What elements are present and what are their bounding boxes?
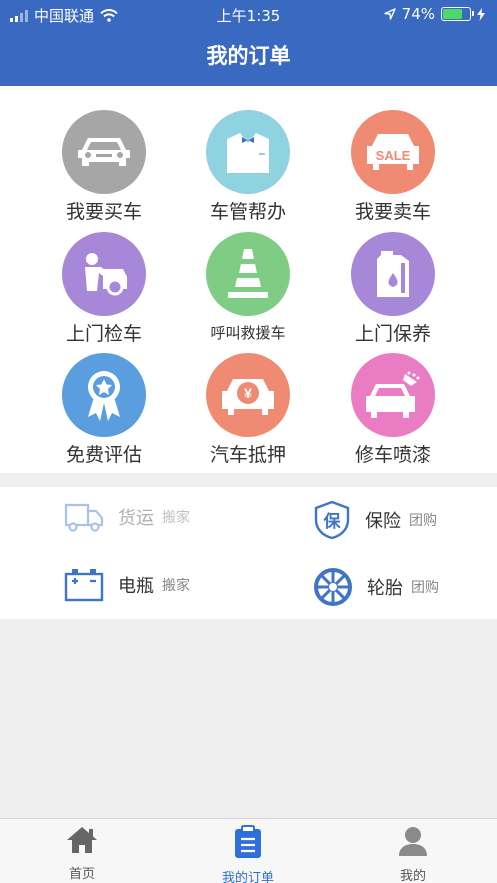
truck-icon — [64, 503, 104, 532]
service-free-valuation[interactable]: 免费评估 — [24, 353, 184, 473]
user-icon — [399, 827, 427, 856]
service-label: 修车喷漆 — [354, 444, 431, 466]
list-item-title: 保险 — [365, 511, 401, 532]
svg-text:SALE: SALE — [376, 148, 411, 163]
list-item-insurance[interactable]: 保 保险 团购 — [313, 500, 437, 540]
tab-home[interactable]: 首页 — [22, 825, 142, 882]
battery-icon — [441, 7, 474, 21]
list-item-title: 轮胎 — [367, 578, 403, 599]
service-label: 上门检车 — [65, 323, 142, 345]
mechanic-icon — [62, 232, 146, 316]
list-item-battery[interactable]: 电瓶 搬家 — [64, 567, 190, 603]
status-time: 上午1:35 — [216, 7, 281, 25]
page-title: 我的订单 — [206, 44, 291, 68]
service-home-inspection[interactable]: 上门检车 — [24, 232, 184, 352]
list-item-freight[interactable]: 货运 搬家 — [64, 501, 190, 533]
list-item-subtitle: 搬家 — [162, 510, 190, 526]
service-home-maintenance[interactable]: 上门保养 — [313, 232, 473, 352]
tab-me[interactable]: 我的 — [353, 825, 473, 883]
service-vehicle-admin[interactable]: 车管帮办 — [168, 110, 328, 230]
quick-service-list: 货运 搬家 保 保险 团购 电瓶 搬家 轮胎 团购 — [0, 487, 497, 619]
service-label: 车管帮办 — [209, 201, 286, 223]
traffic-cone-icon — [206, 232, 290, 316]
top-bar: 中国联通 上午1:35 74% 我的订单 — [0, 0, 497, 86]
service-label: 我要卖车 — [354, 201, 431, 223]
sale-car-icon: SALE — [351, 110, 435, 194]
list-item-title: 货运 — [118, 508, 154, 529]
insurance-icon: 保 — [314, 500, 350, 540]
tab-label: 首页 — [68, 867, 95, 882]
home-icon — [67, 827, 97, 853]
service-label: 呼叫救援车 — [210, 324, 286, 342]
badge-icon — [62, 353, 146, 437]
car-icon — [62, 110, 146, 194]
service-label: 我要买车 — [65, 201, 142, 223]
tab-my-orders[interactable]: 我的订单 — [188, 825, 308, 883]
list-item-subtitle: 团购 — [409, 513, 437, 529]
charging-icon — [477, 7, 485, 21]
yen-car-icon: ¥ — [206, 353, 290, 437]
service-buy-car[interactable]: 我要买车 — [24, 110, 184, 230]
tab-bar: 首页 我的订单 我的 — [0, 818, 497, 883]
tab-label: 我的订单 — [221, 871, 274, 883]
service-sell-car[interactable]: SALE 我要卖车 — [313, 110, 473, 230]
list-item-tire[interactable]: 轮胎 团购 — [313, 567, 439, 607]
list-item-subtitle: 搬家 — [162, 578, 190, 594]
service-label: 上门保养 — [354, 323, 431, 345]
spray-car-icon — [351, 353, 435, 437]
battery-percent: 74% — [401, 5, 435, 23]
svg-text:¥: ¥ — [244, 385, 252, 401]
list-item-title: 电瓶 — [118, 576, 154, 597]
status-bar: 中国联通 上午1:35 74% — [0, 0, 497, 30]
service-repair-paint[interactable]: 修车喷漆 — [313, 353, 473, 473]
tab-label: 我的 — [399, 869, 426, 883]
oil-can-icon — [351, 232, 435, 316]
insurance-icon-glyph: 保 — [323, 511, 342, 532]
orders-icon — [235, 825, 261, 858]
location-arrow-icon — [383, 8, 396, 20]
suit-icon — [206, 110, 290, 194]
battery-icon — [64, 569, 104, 602]
service-call-rescue[interactable]: 呼叫救援车 — [168, 232, 328, 352]
service-label: 汽车抵押 — [209, 444, 286, 466]
list-item-subtitle: 团购 — [411, 580, 439, 596]
service-car-mortgage[interactable]: ¥ 汽车抵押 — [168, 353, 328, 473]
service-label: 免费评估 — [65, 444, 142, 466]
tire-icon — [314, 568, 352, 606]
service-grid: 我要买车 车管帮办 SALE 我要卖车 上门检车 呼叫救援车 上门保养 免费评估… — [0, 86, 497, 473]
